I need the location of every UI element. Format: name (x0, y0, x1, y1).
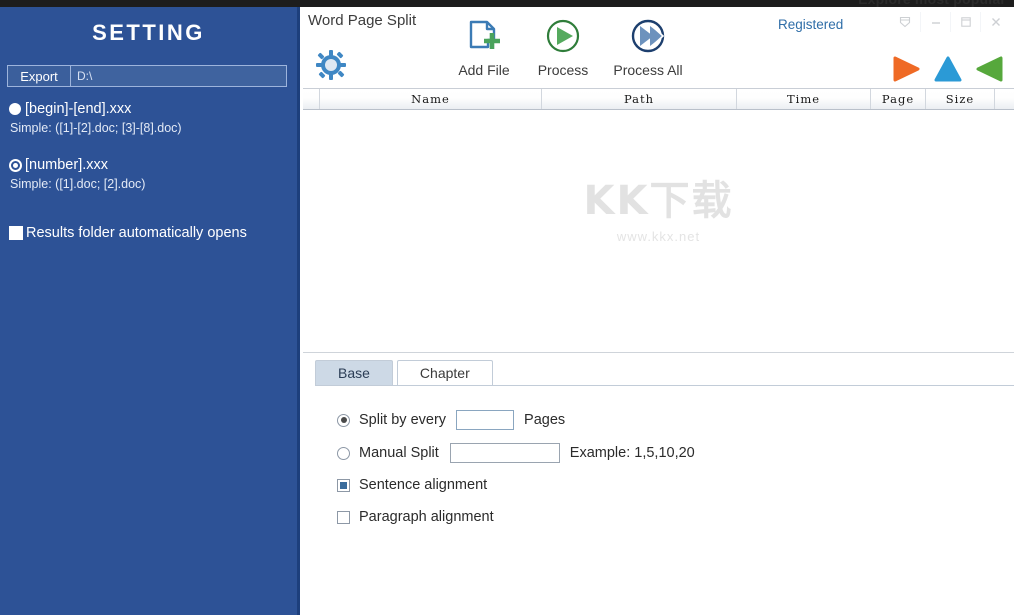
column-header-filler (995, 89, 1014, 109)
process-all-label: Process All (613, 62, 682, 78)
tab-bar: Base Chapter (303, 360, 1014, 385)
maximize-icon (960, 16, 972, 28)
pin-icon (899, 16, 911, 28)
window-controls (890, 12, 1010, 32)
double-play-circle-icon (626, 17, 670, 61)
watermark-url: www.kkx.net (617, 229, 700, 244)
split-by-every-label: Split by every (359, 412, 446, 428)
pin-window-button[interactable] (890, 12, 920, 32)
registered-link[interactable]: Registered (778, 17, 843, 32)
manual-split-hint: Example: 1,5,10,20 (570, 445, 695, 461)
right-triangle-icon (890, 55, 922, 83)
split-by-every-suffix: Pages (524, 412, 565, 428)
radio-icon-begin-end[interactable] (9, 103, 21, 115)
split-by-every-input[interactable] (456, 410, 514, 430)
checkbox-icon-sentence-alignment[interactable] (337, 479, 350, 492)
checkbox-icon-paragraph-alignment[interactable] (337, 511, 350, 524)
checkbox-icon-auto-open[interactable] (9, 226, 23, 240)
play-circle-icon (541, 17, 585, 61)
column-header-time[interactable]: Time (737, 89, 871, 109)
watermark-logo: KK下载 (584, 168, 734, 226)
radio-icon-number[interactable] (9, 159, 22, 172)
main-area: Word Page Split (303, 7, 1014, 615)
column-header-path[interactable]: Path (542, 89, 737, 109)
manual-split-label: Manual Split (359, 445, 439, 461)
minimize-icon (930, 16, 942, 28)
radio-icon-split-by-every[interactable] (337, 414, 350, 427)
split-by-every-row: Split by every Pages (337, 410, 565, 430)
app-window: Explore most popular SETTING Export D:\ … (0, 0, 1014, 615)
paragraph-alignment-row[interactable]: Paragraph alignment (337, 509, 494, 525)
base-tab-panel: Split by every Pages Manual Split Exampl… (315, 385, 1014, 615)
blue-up-triangle-button[interactable] (932, 55, 964, 83)
green-left-triangle-button[interactable] (974, 55, 1006, 83)
export-path-input[interactable]: D:\ (71, 66, 286, 86)
export-path-row: Export D:\ (7, 65, 287, 87)
add-file-icon (462, 17, 506, 61)
file-table-header: Name Path Time Page Size (303, 88, 1014, 110)
add-file-button[interactable]: Add File (442, 17, 526, 78)
naming-option-begin-end-example: Simple: ([1]-[2].doc; [3]-[8].doc) (10, 121, 297, 135)
sort-triangle-group (890, 55, 1006, 83)
left-triangle-icon (974, 55, 1006, 83)
paragraph-alignment-label: Paragraph alignment (359, 509, 494, 525)
auto-open-folder-label: Results folder automatically opens (26, 225, 247, 241)
naming-option-number-label: [number].xxx (25, 157, 108, 173)
sidebar-title: SETTING (0, 20, 297, 46)
orange-right-triangle-button[interactable] (890, 55, 922, 83)
naming-option-number[interactable]: [number].xxx (9, 157, 297, 173)
setting-sidebar: SETTING Export D:\ [begin]-[end].xxx Sim… (0, 7, 300, 615)
close-window-button[interactable] (980, 12, 1010, 32)
background-window-strip: Explore most popular (0, 0, 1014, 7)
column-header-index[interactable] (303, 89, 320, 109)
gear-icon (315, 49, 347, 81)
radio-icon-manual-split[interactable] (337, 447, 350, 460)
column-header-name[interactable]: Name (320, 89, 542, 109)
page-title: Word Page Split (308, 12, 416, 29)
process-label: Process (538, 62, 589, 78)
add-file-label: Add File (458, 62, 509, 78)
sentence-alignment-row[interactable]: Sentence alignment (337, 477, 487, 493)
file-list[interactable]: KK下载 www.kkx.net (303, 110, 1014, 353)
auto-open-folder-option[interactable]: Results folder automatically opens (9, 225, 297, 241)
toolbar: Word Page Split (303, 7, 1014, 88)
background-window-text: Explore most popular (858, 0, 1006, 7)
naming-option-group: [begin]-[end].xxx Simple: ([1]-[2].doc; … (0, 101, 297, 191)
close-icon (990, 16, 1002, 28)
watermark: KK下载 www.kkx.net (303, 168, 1014, 244)
maximize-window-button[interactable] (950, 12, 980, 32)
up-triangle-icon (932, 55, 964, 83)
process-all-button[interactable]: Process All (600, 17, 696, 78)
tab-base[interactable]: Base (315, 360, 393, 385)
manual-split-input[interactable] (450, 443, 560, 463)
column-header-page[interactable]: Page (871, 89, 926, 109)
minimize-window-button[interactable] (920, 12, 950, 32)
manual-split-row: Manual Split Example: 1,5,10,20 (337, 443, 695, 463)
column-header-size[interactable]: Size (926, 89, 995, 109)
settings-button[interactable] (315, 49, 347, 86)
naming-option-number-example: Simple: ([1].doc; [2].doc) (10, 177, 297, 191)
naming-option-begin-end[interactable]: [begin]-[end].xxx (9, 101, 297, 117)
export-button[interactable]: Export (8, 66, 71, 86)
sentence-alignment-label: Sentence alignment (359, 477, 487, 493)
naming-option-begin-end-label: [begin]-[end].xxx (25, 101, 131, 117)
tab-chapter[interactable]: Chapter (397, 360, 493, 385)
process-button[interactable]: Process (521, 17, 605, 78)
